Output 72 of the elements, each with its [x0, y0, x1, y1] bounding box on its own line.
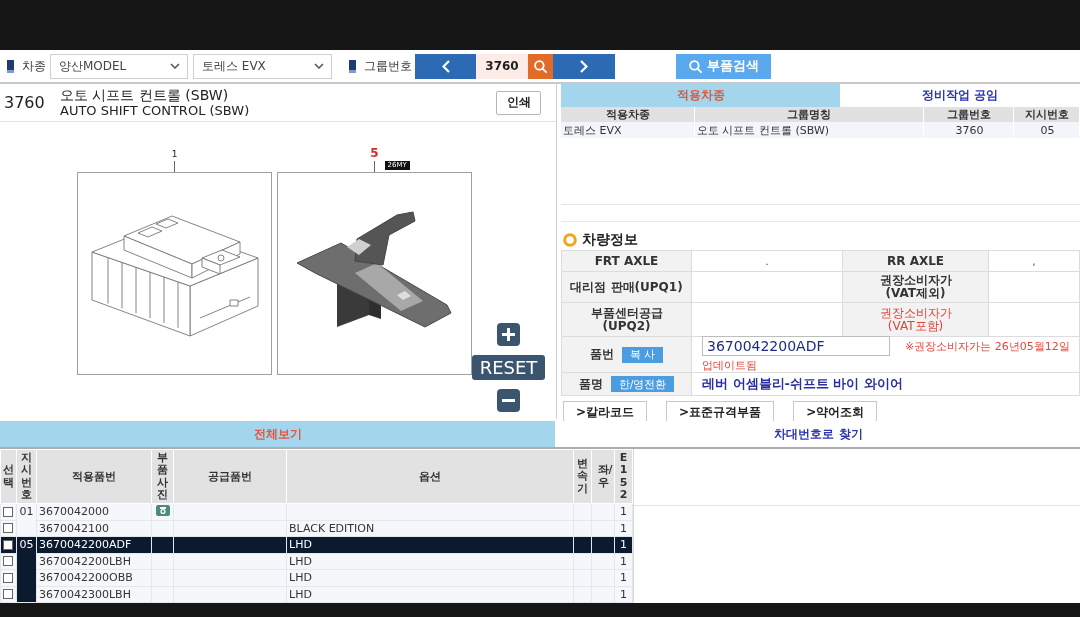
- product-name: 레버 어셈블리-쉬프트 바이 와이어: [702, 375, 903, 393]
- info-label: 품번: [589, 346, 614, 363]
- row-checkbox[interactable]: [3, 572, 13, 583]
- zoom-out-button[interactable]: [497, 389, 520, 412]
- price-update-note: ※권장소비자가는 26년05월12일: [905, 338, 1070, 354]
- camera-icon[interactable]: [155, 504, 170, 516]
- row-checkbox[interactable]: [3, 539, 13, 550]
- vehicle-select[interactable]: 토레스 EVX: [193, 53, 332, 79]
- info-label: 권장소비자가 (VAT포함): [843, 303, 988, 336]
- link-button[interactable]: >칼라코드: [563, 401, 648, 423]
- group-number-text: 3760: [4, 93, 46, 112]
- group-number-field[interactable]: 3760: [476, 53, 528, 79]
- column-header: 적용차종: [561, 107, 695, 122]
- chevron-down-icon: [170, 63, 180, 69]
- minus-icon: [502, 399, 515, 402]
- chevron-down-icon: [314, 63, 324, 69]
- reset-button[interactable]: RESET: [472, 355, 545, 380]
- row-checkbox[interactable]: [3, 506, 13, 517]
- column-header: 그룹명칭: [695, 107, 924, 122]
- info-value: ,: [989, 251, 1079, 271]
- search-icon: [688, 59, 702, 73]
- previous-group-button[interactable]: [415, 53, 476, 79]
- next-group-button[interactable]: [553, 53, 615, 79]
- column-header: 옵션: [286, 449, 574, 504]
- search-icon: [534, 59, 547, 73]
- model-select[interactable]: 양산MODEL: [50, 53, 188, 79]
- info-value: .: [692, 251, 842, 271]
- part-callout[interactable]: 1: [171, 150, 178, 159]
- row-checkbox[interactable]: [3, 589, 13, 600]
- vehicle-type-label: 차종: [22, 57, 46, 75]
- table-cell: 3760: [924, 122, 1014, 138]
- column-header: 지시번호: [1014, 107, 1080, 122]
- column-header: 부품사진: [151, 449, 174, 504]
- part-frame[interactable]: [277, 172, 472, 375]
- column-header: 선택: [0, 449, 17, 504]
- price-update-note: 업데이트됨: [702, 358, 757, 373]
- bullet-icon: [349, 59, 356, 73]
- plus-icon: [502, 328, 515, 341]
- link-button[interactable]: >약어조회: [793, 401, 878, 423]
- section-title: 차량정보: [582, 231, 638, 247]
- print-button[interactable]: 인쇄: [496, 90, 541, 115]
- group-title: AUTO SHIFT CONTROL (SBW): [60, 102, 250, 119]
- info-label: RR AXLE: [843, 251, 988, 271]
- info-label: 부품센터공급 (UPQ2): [562, 303, 691, 336]
- group-number-label: 그룹번호: [364, 57, 412, 75]
- info-label: FRT AXLE: [562, 251, 691, 271]
- group-title: 오토 시프트 컨트롤 (SBW): [60, 86, 230, 103]
- column-header: 좌/우: [591, 449, 615, 504]
- zoom-in-button[interactable]: [497, 323, 520, 346]
- column-header: 지시번호: [16, 449, 37, 504]
- info-label: 대리점 판매(UPQ1): [562, 272, 691, 302]
- link-button[interactable]: >표준규격부품: [666, 401, 775, 423]
- column-header: 그룹번호: [924, 107, 1014, 122]
- info-label: 권장소비자가 (VAT제외): [843, 272, 988, 302]
- chevron-left-icon: [441, 59, 450, 73]
- chevron-right-icon: [580, 59, 588, 73]
- group-search-button[interactable]: [528, 53, 553, 79]
- table-cell: 05: [1014, 122, 1080, 138]
- part-number-field[interactable]: 3670042200ADF: [702, 336, 890, 356]
- ring-icon: [563, 233, 577, 247]
- leader-line: [174, 161, 175, 172]
- info-label: 품명: [578, 375, 603, 393]
- row-checkbox[interactable]: [3, 523, 13, 534]
- table-cell: 오토 시프트 컨트롤 (SBW): [695, 122, 924, 138]
- instruction-number-cell: 05: [16, 536, 37, 603]
- leader-line: [374, 161, 375, 172]
- row-checkbox[interactable]: [3, 556, 13, 567]
- column-header: 공급품번: [173, 449, 287, 504]
- bullet-icon: [7, 59, 14, 73]
- table-cell: 토레스 EVX: [561, 122, 695, 138]
- part-callout[interactable]: 5: [370, 147, 379, 159]
- column-header: 적용품번: [36, 449, 152, 504]
